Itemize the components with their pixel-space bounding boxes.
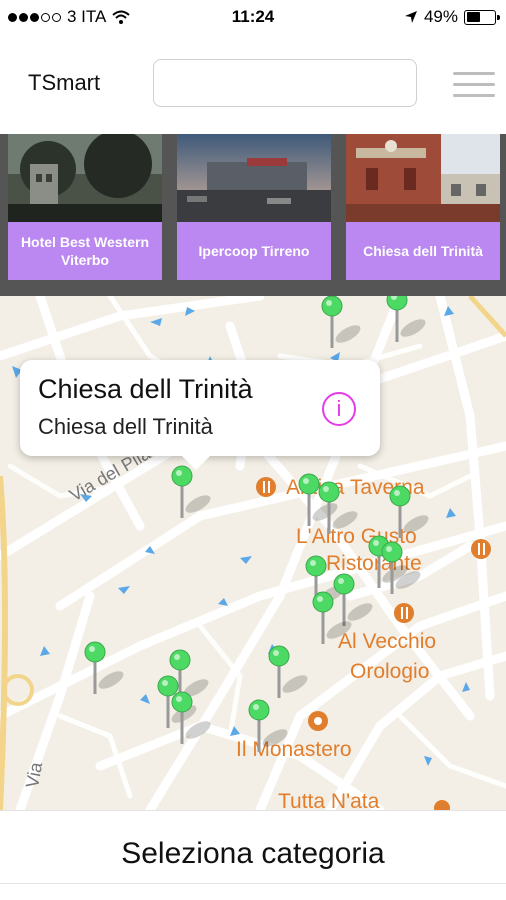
status-right: 49% bbox=[404, 7, 500, 27]
callout-title: Chiesa dell Trinità bbox=[38, 374, 253, 404]
map-pin[interactable] bbox=[248, 699, 290, 752]
map-pin[interactable] bbox=[268, 645, 310, 698]
place-card-chiesa[interactable]: Chiesa dell Trinità bbox=[346, 134, 500, 280]
map-pin[interactable] bbox=[171, 465, 213, 518]
battery-fill bbox=[466, 12, 480, 22]
location-arrow-icon bbox=[404, 11, 417, 23]
place-photo-ipercoop bbox=[177, 134, 331, 222]
bottom-bar: Seleziona categoria bbox=[0, 810, 506, 900]
place-card-hotel[interactable]: Hotel Best Western Viterbo bbox=[8, 134, 162, 280]
place-card-ipercoop[interactable]: Ipercoop Tirreno bbox=[177, 134, 331, 280]
info-icon[interactable]: i bbox=[322, 392, 356, 426]
battery-icon bbox=[464, 9, 500, 25]
nav-bar: TSmart bbox=[0, 34, 506, 134]
map-pin[interactable] bbox=[84, 641, 126, 694]
map-callout[interactable]: Chiesa dell Trinità Chiesa dell Trinità … bbox=[20, 360, 380, 470]
app-title: TSmart bbox=[28, 70, 101, 95]
status-bar: 3 ITA 11:24 49% bbox=[0, 0, 506, 34]
place-label-hotel[interactable]: Hotel Best Western Viterbo bbox=[8, 222, 162, 280]
place-label-ipercoop[interactable]: Ipercoop Tirreno bbox=[177, 222, 331, 280]
place-photo-chiesa bbox=[346, 134, 500, 222]
select-category-button[interactable]: Seleziona categoria bbox=[0, 837, 506, 871]
bottom-divider bbox=[0, 883, 506, 884]
map-pin[interactable] bbox=[389, 485, 431, 538]
battery-percent: 49% bbox=[423, 7, 458, 26]
map-pin[interactable] bbox=[386, 296, 428, 342]
place-label-chiesa[interactable]: Chiesa dell Trinità bbox=[346, 222, 500, 280]
search-input[interactable] bbox=[153, 59, 417, 107]
places-carousel[interactable]: Hotel Best Western Viterbo Ipercoop Tirr… bbox=[0, 134, 506, 296]
map-pin[interactable] bbox=[333, 573, 375, 626]
map-pin[interactable] bbox=[321, 296, 363, 348]
place-photo-hotel bbox=[8, 134, 162, 222]
callout-subtitle: Chiesa dell Trinità bbox=[38, 414, 213, 439]
hamburger-menu-icon[interactable] bbox=[453, 72, 495, 100]
